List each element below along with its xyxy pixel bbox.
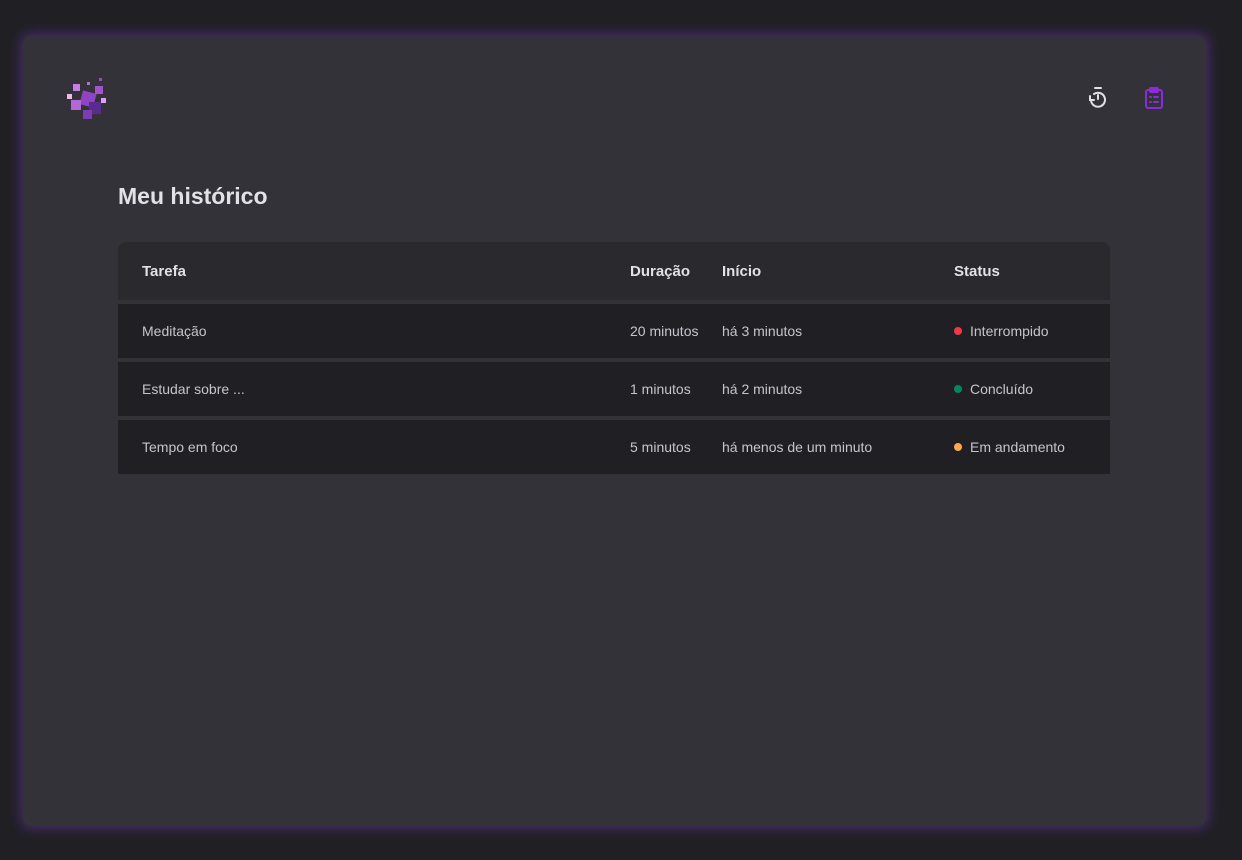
header-nav [1086, 86, 1166, 110]
start-cell: há 2 minutos [722, 362, 930, 416]
task-cell: Estudar sobre ... [118, 362, 606, 416]
status-dot-icon [954, 443, 962, 452]
status-cell: Concluído [930, 362, 1110, 416]
column-header-duration: Duração [606, 242, 722, 300]
duration-cell: 1 minutos [606, 362, 722, 416]
status-cell: Em andamento [930, 420, 1110, 474]
column-header-start: Início [722, 242, 930, 300]
start-cell: há 3 minutos [722, 304, 930, 358]
status-dot-icon [954, 327, 962, 336]
table-header: Tarefa Duração Início Status [118, 242, 1110, 300]
column-header-task: Tarefa [118, 242, 606, 300]
status-label: Concluído [970, 381, 1034, 397]
status-cell: Interrompido [930, 304, 1110, 358]
clipboard-list-icon [1145, 87, 1163, 109]
history-table: Tarefa Duração Início Status Meditação 2… [118, 238, 1110, 478]
status-label: Interrompido [970, 323, 1049, 339]
timer-icon [1089, 87, 1106, 108]
status-label: Em andamento [970, 439, 1065, 455]
column-header-status: Status [930, 242, 1110, 300]
table-row: Estudar sobre ... 1 minutos há 2 minutos… [118, 362, 1110, 416]
history-nav-button[interactable] [1142, 86, 1166, 110]
duration-cell: 5 minutos [606, 420, 722, 474]
start-cell: há menos de um minuto [722, 420, 930, 474]
page-title: Meu histórico [118, 183, 268, 209]
table-row: Tempo em foco 5 minutos há menos de um m… [118, 420, 1110, 474]
timer-nav-button[interactable] [1086, 86, 1110, 110]
table-row: Meditação 20 minutos há 3 minutos Interr… [118, 304, 1110, 358]
task-cell: Meditação [118, 304, 606, 358]
duration-cell: 20 minutos [606, 304, 722, 358]
task-cell: Tempo em foco [118, 420, 606, 474]
status-dot-icon [954, 385, 962, 394]
app-window: Meu histórico Tarefa Duração Início Stat… [23, 36, 1206, 826]
logo-icon [67, 78, 106, 119]
